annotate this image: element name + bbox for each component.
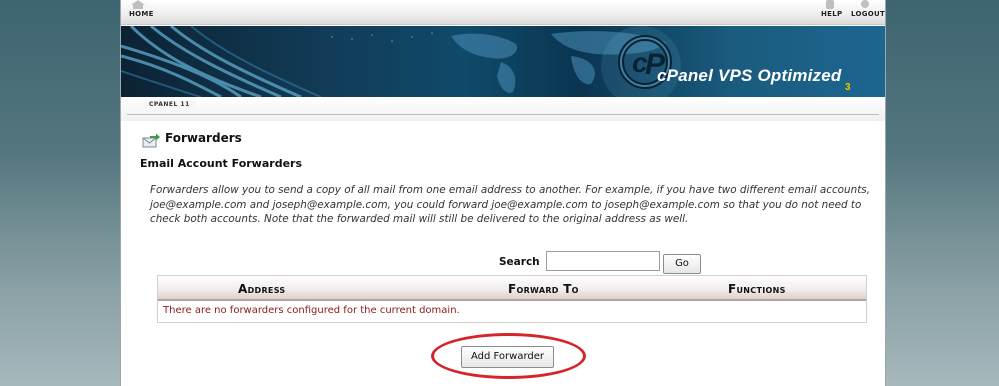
- cpanel-banner: c P cPanel VPS Optimized 3: [121, 26, 885, 97]
- page-title: Forwarders: [165, 131, 242, 145]
- home-link[interactable]: HOME: [129, 10, 154, 18]
- column-header-address[interactable]: Address: [238, 282, 285, 296]
- version-strip: CPANEL 11: [121, 97, 885, 121]
- brand-name: cPanel: [657, 66, 714, 85]
- search-label: Search: [499, 256, 540, 268]
- search-input[interactable]: [546, 251, 660, 271]
- help-link[interactable]: HELP: [821, 10, 842, 18]
- logout-link[interactable]: LOGOUT: [851, 10, 885, 18]
- empty-table-message: There are no forwarders configured for t…: [163, 305, 460, 316]
- brand-logo-text: cPanel VPS Optimized: [657, 66, 841, 86]
- column-header-forward-to[interactable]: Forward To: [508, 282, 579, 296]
- home-icon[interactable]: [131, 0, 145, 9]
- table-header: Address Forward To Functions: [158, 276, 866, 301]
- add-forwarder-button[interactable]: Add Forwarder: [461, 346, 554, 368]
- section-title: Email Account Forwarders: [140, 157, 302, 170]
- help-icon[interactable]: [823, 0, 837, 9]
- version-divider: [127, 104, 879, 115]
- top-navigation-bar: HOME HELP LOGOUT: [121, 0, 885, 25]
- page-container: HOME HELP LOGOUT c P cPanel VPS Optimize…: [120, 0, 886, 386]
- logout-icon[interactable]: [858, 0, 872, 9]
- brand-version: 3: [845, 82, 851, 93]
- brand-suffix: VPS Optimized: [717, 66, 842, 85]
- version-label: CPANEL 11: [143, 101, 196, 108]
- banner-artwork: c P: [121, 26, 681, 97]
- forwarders-description: Forwarders allow you to send a copy of a…: [150, 184, 870, 225]
- forwarders-icon: [142, 133, 160, 148]
- forwarders-table: Address Forward To Functions There are n…: [157, 275, 867, 323]
- go-button[interactable]: Go: [663, 254, 701, 274]
- column-header-functions: Functions: [728, 282, 786, 296]
